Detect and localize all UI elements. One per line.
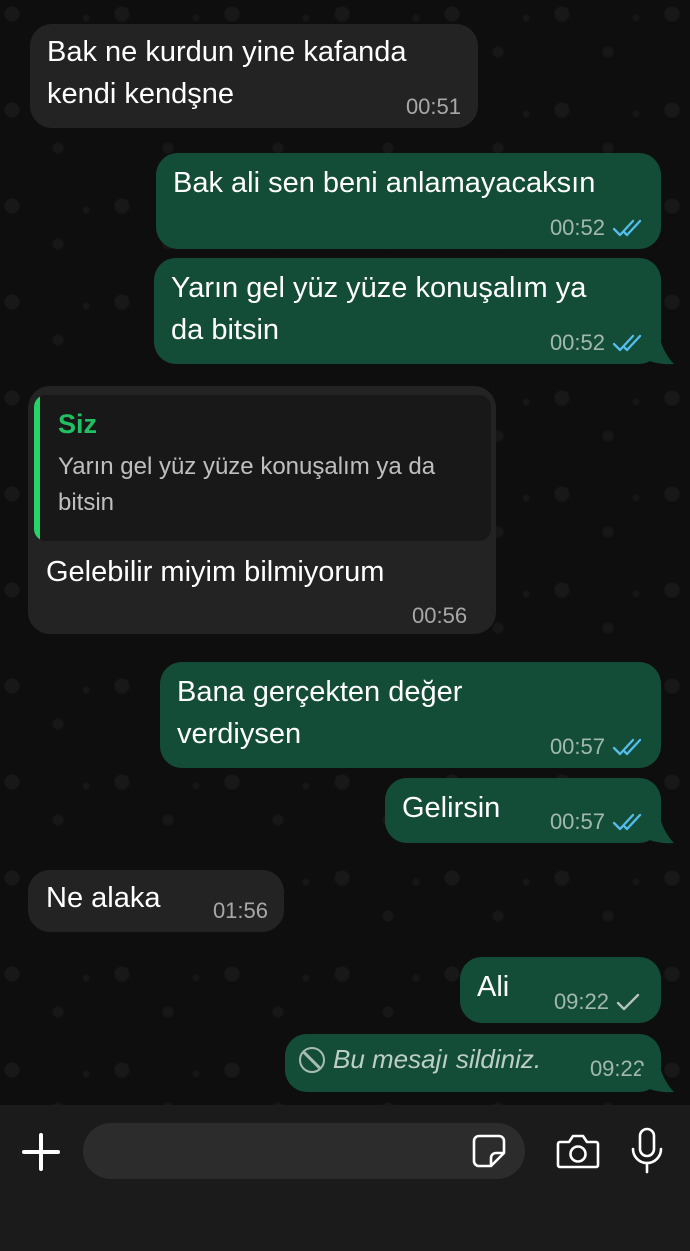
message-text: Gelebilir miyim bilmiyorum [46, 556, 385, 588]
quote-accent-bar [34, 395, 40, 541]
deleted-message[interactable]: Bu mesajı sildiniz. 09:22 [285, 1034, 661, 1092]
message-time: 01:56 [212, 898, 268, 923]
incoming-message[interactable]: Ne alaka 01:56 [28, 870, 284, 932]
message-text: Yarın gel yüz yüze konuşalım ya da bitsi… [171, 272, 587, 346]
message-time: 00:56 [412, 603, 468, 628]
deleted-message-content: Bu mesajı sildiniz. [299, 1044, 541, 1075]
outgoing-message[interactable]: Bana gerçekten değer verdiysen 00:57 [160, 662, 661, 768]
quoted-message[interactable]: Siz Yarın gel yüz yüze konuşalım ya da b… [34, 395, 491, 541]
message-text: Ali [477, 971, 510, 1003]
sent-tick-icon [615, 992, 641, 1012]
bubble-tail [640, 817, 674, 844]
deleted-text: Bu mesajı sildiniz. [333, 1044, 542, 1074]
message-text: Bak ne kurdun yine kafanda kendi kendşne [47, 36, 407, 110]
outgoing-message[interactable]: Gelirsin 00:57 [385, 778, 661, 843]
read-receipt-icon [611, 218, 645, 238]
camera-icon[interactable] [556, 1131, 600, 1171]
quote-author: Siz [58, 409, 98, 439]
outgoing-message[interactable]: Ali 09:22 [460, 957, 661, 1023]
message-time: 00:52 [549, 215, 605, 240]
prohibited-icon [299, 1046, 325, 1073]
message-time: 00:52 [549, 330, 605, 355]
message-text: Ne alaka [46, 882, 161, 914]
plus-icon[interactable] [18, 1129, 64, 1175]
message-meta: 00:52 [550, 215, 645, 241]
message-time: 00:57 [549, 809, 605, 834]
quote-text: Yarın gel yüz yüze konuşalım ya da bitsi… [58, 453, 436, 516]
bubble-tail [640, 338, 674, 365]
message-time: 00:51 [405, 94, 461, 119]
message-meta: 09:22 [554, 989, 641, 1015]
chat-area[interactable]: Bak ne kurdun yine kafanda kendi kendşne… [0, 0, 690, 1105]
outgoing-message[interactable]: Yarın gel yüz yüze konuşalım ya da bitsi… [154, 258, 661, 364]
message-text: Bana gerçekten değer verdiysen [177, 676, 463, 750]
outgoing-message[interactable]: Bak ali sen beni anlamayacaksın 00:52 [156, 153, 661, 249]
message-input-bar [0, 1105, 690, 1251]
bubble-tail [640, 1066, 674, 1093]
read-receipt-icon [611, 737, 645, 757]
message-meta: 00:57 [550, 734, 645, 760]
message-text: Bak ali sen beni anlamayacaksın [173, 167, 596, 199]
message-time: 00:57 [549, 734, 605, 759]
message-time: 09:22 [589, 1056, 645, 1081]
message-text: Gelirsin [402, 792, 501, 824]
microphone-icon[interactable] [628, 1127, 666, 1175]
message-input[interactable] [83, 1123, 525, 1179]
message-meta: 00:57 [550, 809, 645, 835]
message-meta: 00:52 [550, 330, 645, 356]
sticker-icon[interactable] [471, 1133, 507, 1169]
incoming-message[interactable]: Bak ne kurdun yine kafanda kendi kendşne… [30, 24, 478, 128]
message-time: 09:22 [553, 989, 609, 1014]
